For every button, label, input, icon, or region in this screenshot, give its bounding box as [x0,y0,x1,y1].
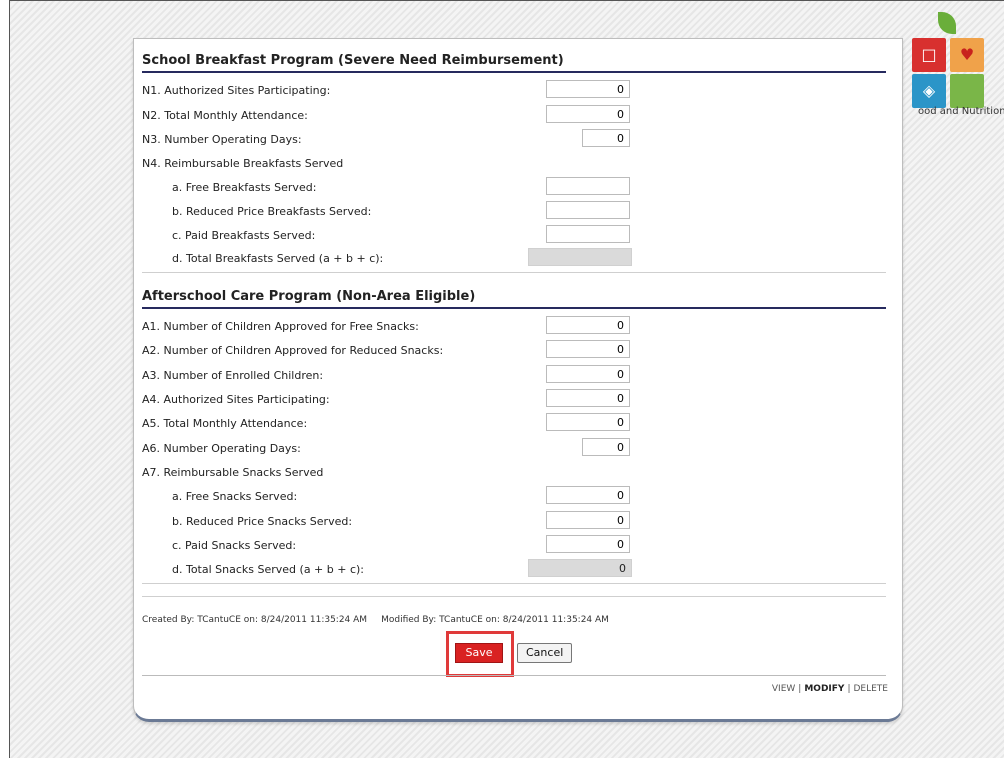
a2-input[interactable] [546,340,630,358]
free-breakfasts-input[interactable] [546,177,630,195]
footer-divider [142,675,886,676]
form-row-a6: A6. Number Operating Days: [142,438,882,458]
delete-link[interactable]: DELETE [853,684,888,694]
breakfast-section-title: School Breakfast Program (Severe Need Re… [142,53,564,68]
form-panel: School Breakfast Program (Severe Need Re… [133,38,903,722]
form-row-a7: A7. Reimbursable Snacks Served [142,462,882,482]
form-row-paid-breakfasts: c. Paid Breakfasts Served: [142,225,882,245]
modified-by: Modified By: TCantuCE on: 8/24/2011 11:3… [381,615,609,625]
logo-tagline: ood and Nutrition [918,106,1004,117]
cancel-button[interactable]: Cancel [517,643,573,663]
field-label: A3. Number of Enrolled Children: [142,369,324,382]
n2-input[interactable] [546,105,630,123]
heart-icon: ♥ [950,38,984,72]
section-rule [142,71,886,73]
logo-tile-red: □ [912,38,946,72]
form-row-a2: A2. Number of Children Approved for Redu… [142,340,882,360]
afterschool-section-title: Afterschool Care Program (Non-Area Eligi… [142,289,476,304]
section-divider [142,583,886,584]
field-label: c. Paid Snacks Served: [172,539,297,552]
paid-snacks-input[interactable] [546,535,630,553]
field-label: c. Paid Breakfasts Served: [172,229,316,242]
field-label: a. Free Snacks Served: [172,490,298,503]
field-label: A1. Number of Children Approved for Free… [142,320,419,333]
form-row-a4: A4. Authorized Sites Participating: [142,389,882,409]
field-label: N4. Reimbursable Breakfasts Served [142,157,344,170]
field-label: N3. Number Operating Days: [142,133,302,146]
a5-input[interactable] [546,413,630,431]
save-button[interactable]: Save [455,643,503,663]
a3-input[interactable] [546,365,630,383]
n3-input[interactable] [582,129,630,147]
a1-input[interactable] [546,316,630,334]
form-row-total-snacks: d. Total Snacks Served (a + b + c): 0 [142,559,882,579]
agency-logo: □ ♥ ◈ ood and Nutrition [912,12,1004,132]
form-row-free-snacks: a. Free Snacks Served: [142,486,882,506]
form-row-n2: N2. Total Monthly Attendance: [142,105,882,125]
view-link[interactable]: VIEW [772,684,795,694]
audit-info: Created By: TCantuCE on: 8/24/2011 11:35… [142,615,609,625]
field-label: A6. Number Operating Days: [142,442,301,455]
form-row-a3: A3. Number of Enrolled Children: [142,365,882,385]
form-row-a5: A5. Total Monthly Attendance: [142,413,882,433]
modify-link[interactable]: MODIFY [804,684,844,694]
milk-icon: ◈ [912,74,946,108]
separator: | [798,684,802,694]
field-label: A5. Total Monthly Attendance: [142,417,308,430]
field-label: b. Reduced Price Snacks Served: [172,515,353,528]
field-label: a. Free Breakfasts Served: [172,181,317,194]
total-breakfasts-value [528,248,632,266]
form-row-paid-snacks: c. Paid Snacks Served: [142,535,882,555]
reduced-breakfasts-input[interactable] [546,201,630,219]
field-label: d. Total Breakfasts Served (a + b + c): [172,252,384,265]
record-actions: VIEW | MODIFY | DELETE [772,684,888,694]
paid-breakfasts-input[interactable] [546,225,630,243]
a4-input[interactable] [546,389,630,407]
apple-leaf-icon [938,12,956,34]
reduced-snacks-input[interactable] [546,511,630,529]
field-label: b. Reduced Price Breakfasts Served: [172,205,372,218]
field-label: A4. Authorized Sites Participating: [142,393,330,406]
free-snacks-input[interactable] [546,486,630,504]
form-row-a1: A1. Number of Children Approved for Free… [142,316,882,336]
total-snacks-value: 0 [528,559,632,577]
a6-input[interactable] [582,438,630,456]
form-row-n4: N4. Reimbursable Breakfasts Served [142,153,882,173]
truck-icon [950,74,984,108]
field-label: d. Total Snacks Served (a + b + c): [172,563,365,576]
section-divider [142,272,886,273]
field-label: N1. Authorized Sites Participating: [142,84,331,97]
section-rule [142,307,886,309]
field-label: N2. Total Monthly Attendance: [142,109,308,122]
field-label: A7. Reimbursable Snacks Served [142,466,324,479]
form-row-reduced-snacks: b. Reduced Price Snacks Served: [142,511,882,531]
form-row-free-breakfasts: a. Free Breakfasts Served: [142,177,882,197]
field-label: A2. Number of Children Approved for Redu… [142,344,444,357]
form-row-n1: N1. Authorized Sites Participating: [142,80,882,100]
n1-input[interactable] [546,80,630,98]
separator: | [847,684,851,694]
created-by: Created By: TCantuCE on: 8/24/2011 11:35… [142,615,368,625]
form-actions: Save Cancel [446,631,656,681]
section-divider [142,596,886,597]
form-row-reduced-breakfasts: b. Reduced Price Breakfasts Served: [142,201,882,221]
form-row-total-breakfasts: d. Total Breakfasts Served (a + b + c): [142,248,882,268]
form-row-n3: N3. Number Operating Days: [142,129,882,149]
